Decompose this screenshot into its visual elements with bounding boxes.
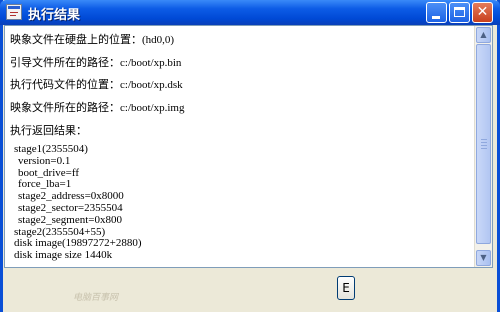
image-location-label: 映象文件在硬盘上的位置：	[10, 33, 142, 46]
output-line: boot_drive=ff	[18, 166, 79, 179]
result-window: 执行结果 ✕ 映象文件在硬盘上的位置：(hd0,0) 引导文件所在的路径：c:/…	[0, 0, 500, 312]
scroll-down-button[interactable]: ▼	[476, 250, 491, 266]
image-location-line: 映象文件在硬盘上的位置：(hd0,0)	[10, 31, 174, 47]
boot-file-path-value: c:/boot/xp.bin	[120, 57, 182, 69]
output-line: stage2_sector=2355504	[18, 201, 123, 214]
title-bar[interactable]: 执行结果 ✕	[0, 0, 500, 25]
image-location-value: (hd0,0)	[142, 34, 175, 46]
boot-file-path-label: 引导文件所在的路径：	[10, 56, 120, 69]
app-icon	[6, 4, 22, 20]
minimize-icon	[432, 16, 440, 19]
output-line: version=0.1	[18, 154, 71, 167]
scroll-thumb[interactable]	[476, 44, 491, 244]
result-label: 执行返回结果：	[10, 124, 87, 137]
image-file-path-label: 映象文件所在的路径：	[10, 101, 120, 114]
minimize-button[interactable]	[426, 2, 447, 23]
output-line: disk image size 1440k	[14, 249, 113, 262]
dialog-button[interactable]: E	[337, 276, 355, 300]
code-file-location-label: 执行代码文件的位置：	[10, 78, 120, 91]
vertical-scrollbar[interactable]: ▲ ▼	[474, 26, 492, 267]
close-icon: ✕	[476, 4, 489, 20]
code-file-location-value: c:/boot/xp.dsk	[120, 79, 183, 91]
result-text-area[interactable]: 映象文件在硬盘上的位置：(hd0,0) 引导文件所在的路径：c:/boot/xp…	[4, 25, 493, 268]
maximize-icon	[454, 7, 465, 17]
maximize-button[interactable]	[449, 2, 470, 23]
output-block: stage1(2355504) version=0.1 boot_drive=f…	[14, 143, 474, 262]
output-line: stage1(2355504)	[14, 143, 88, 155]
image-file-path-line: 映象文件所在的路径：c:/boot/xp.img	[10, 99, 184, 115]
window-title: 执行结果	[28, 8, 81, 23]
image-file-path-value: c:/boot/xp.img	[120, 102, 185, 114]
watermark: 电脑百事网	[73, 293, 119, 303]
boot-file-path-line: 引导文件所在的路径：c:/boot/xp.bin	[10, 54, 181, 70]
scroll-up-button[interactable]: ▲	[476, 27, 491, 43]
close-button[interactable]: ✕	[472, 2, 493, 23]
output-line: stage2_segment=0x800	[18, 213, 122, 226]
code-file-location-line: 执行代码文件的位置：c:/boot/xp.dsk	[10, 76, 183, 92]
